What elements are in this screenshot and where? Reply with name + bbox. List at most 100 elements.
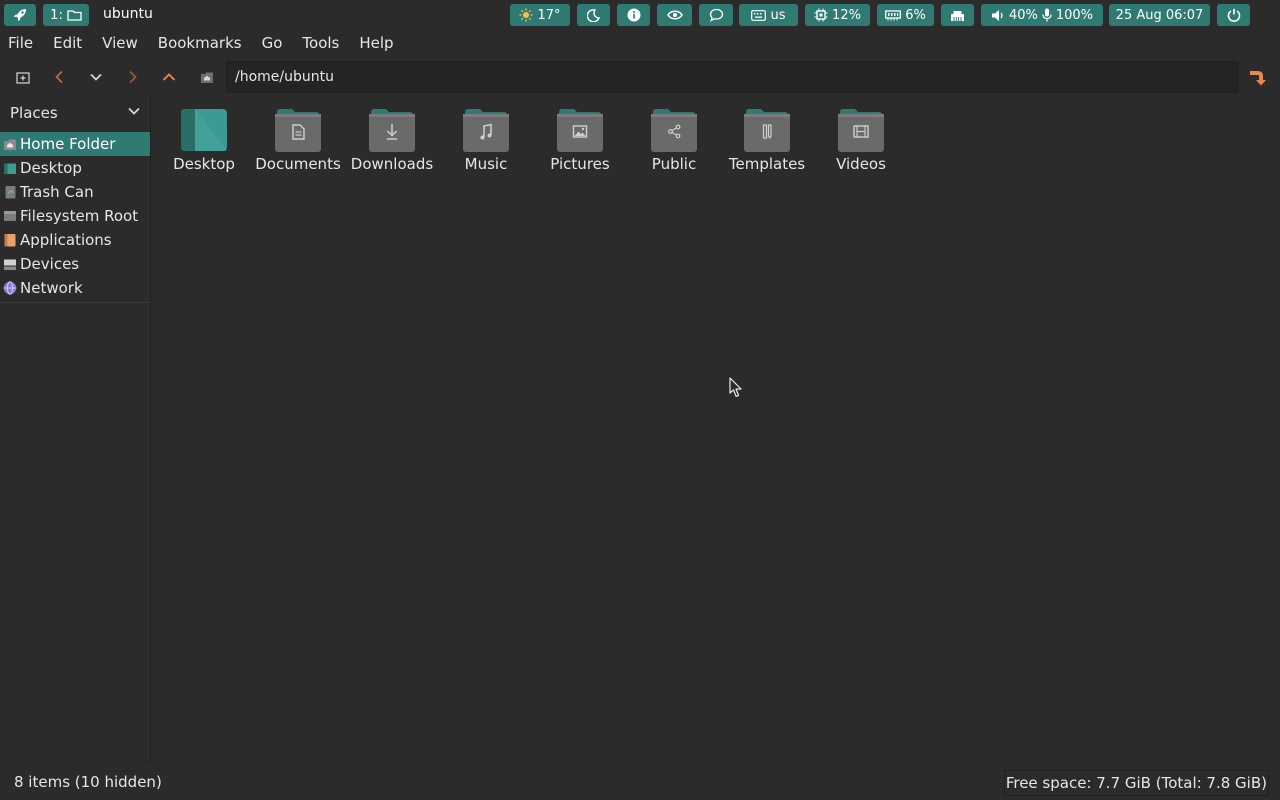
weather-widget[interactable]: 17°	[510, 4, 570, 26]
launcher-button[interactable]	[4, 4, 36, 26]
info-icon	[627, 8, 640, 22]
mouse-cursor-icon	[729, 377, 742, 398]
folder-name: Templates	[728, 155, 806, 173]
templates-folder-icon	[744, 109, 790, 152]
cpu-icon	[814, 8, 828, 22]
menu-bookmarks[interactable]: Bookmarks	[158, 34, 242, 52]
chevron-right-icon	[129, 70, 137, 84]
go-button[interactable]	[1246, 66, 1268, 88]
sidebar-item-applications[interactable]: Applications	[0, 228, 150, 252]
menu-view[interactable]: View	[102, 34, 138, 52]
chevron-left-icon	[55, 70, 63, 84]
sidebar-item-devices[interactable]: Devices	[0, 252, 150, 276]
sidebar-item-label: Trash Can	[20, 183, 94, 201]
microphone-icon	[1042, 8, 1052, 22]
home-button[interactable]	[196, 66, 218, 88]
home-folder-icon	[201, 72, 213, 83]
memory-usage-widget[interactable]: 6%	[877, 4, 934, 26]
microphone-value: 100%	[1055, 7, 1094, 23]
chat-bubble-icon	[709, 8, 723, 22]
folder-name: Documents	[255, 155, 341, 173]
chevron-up-icon	[162, 73, 176, 81]
notifications-button[interactable]	[699, 4, 733, 26]
music-folder-icon	[463, 109, 509, 152]
chevron-down-icon	[128, 107, 140, 115]
folder-item-downloads[interactable]: Downloads	[345, 106, 439, 178]
new-tab-button[interactable]	[12, 66, 34, 88]
menu-edit[interactable]: Edit	[53, 34, 82, 52]
volume-value: 40%	[1008, 7, 1038, 23]
power-icon	[1227, 8, 1240, 22]
folder-name: Desktop	[173, 155, 235, 173]
sidebar-item-filesystem-root[interactable]: Filesystem Root	[0, 204, 150, 228]
downloads-folder-icon	[369, 109, 415, 152]
desktop-icon	[3, 161, 17, 175]
top-panel: 1: ubuntu 17° us 12% 6% 40% 100% 25 Aug …	[0, 0, 1280, 30]
rocket-icon	[14, 9, 26, 21]
sidebar-item-label: Devices	[20, 255, 80, 273]
sidebar-item-label: Home Folder	[20, 135, 116, 153]
speaker-icon	[991, 9, 1003, 21]
free-space-status: Free space: 7.7 GiB (Total: 7.8 GiB)	[1003, 770, 1269, 796]
keyboard-layout-label: us	[770, 7, 786, 23]
cpu-usage-widget[interactable]: 12%	[805, 4, 870, 26]
places-header[interactable]: Places	[0, 96, 150, 130]
places-header-label: Places	[10, 104, 58, 122]
menu-go[interactable]: Go	[262, 34, 283, 52]
menubar: File Edit View Bookmarks Go Tools Help	[0, 30, 1280, 56]
folder-item-documents[interactable]: Documents	[251, 106, 345, 178]
audio-widget[interactable]: 40% 100%	[981, 4, 1103, 26]
privacy-button[interactable]	[657, 4, 692, 26]
videos-folder-icon	[838, 109, 884, 152]
sidebar-divider	[0, 302, 150, 303]
menu-file[interactable]: File	[8, 34, 33, 52]
night-mode-button[interactable]	[577, 4, 610, 26]
folder-name: Pictures	[550, 155, 610, 173]
sidebar-item-desktop[interactable]: Desktop	[0, 156, 150, 180]
folder-item-videos[interactable]: Videos	[814, 106, 908, 178]
sun-icon	[519, 8, 533, 22]
sidebar-item-network[interactable]: Network	[0, 276, 150, 300]
folder-item-music[interactable]: Music	[439, 106, 533, 178]
forward-button[interactable]	[122, 66, 144, 88]
keyboard-icon	[751, 9, 767, 21]
go-arrow-icon	[1250, 71, 1266, 86]
network-status-widget[interactable]	[941, 4, 974, 26]
home-folder-icon	[3, 137, 17, 151]
weather-temperature: 17°	[537, 7, 561, 23]
drive-icon	[3, 209, 17, 223]
keyboard-layout-indicator[interactable]: us	[739, 4, 798, 26]
item-count-status: 8 items (10 hidden)	[14, 773, 162, 791]
menu-tools[interactable]: Tools	[302, 34, 339, 52]
folder-name: Downloads	[350, 155, 434, 173]
folder-item-templates[interactable]: Templates	[720, 106, 814, 178]
up-button[interactable]	[158, 66, 180, 88]
window-title: ubuntu	[103, 6, 153, 22]
power-button[interactable]	[1217, 4, 1250, 26]
devices-icon	[3, 257, 17, 271]
menu-help[interactable]: Help	[359, 34, 393, 52]
history-dropdown-button[interactable]	[85, 66, 107, 88]
location-input[interactable]	[226, 61, 1239, 93]
clock-widget[interactable]: 25 Aug 06:07	[1109, 4, 1210, 26]
ethernet-icon	[951, 10, 964, 21]
folder-item-pictures[interactable]: Pictures	[533, 106, 627, 178]
moon-icon	[587, 8, 600, 22]
back-button[interactable]	[48, 66, 70, 88]
folder-name: Videos	[836, 155, 886, 173]
cpu-usage-value: 12%	[832, 7, 861, 23]
workspace-indicator[interactable]: 1:	[43, 4, 89, 26]
folder-name: Public	[651, 155, 697, 173]
documents-folder-icon	[275, 109, 321, 152]
memory-usage-value: 6%	[905, 7, 926, 23]
sidebar-item-label: Filesystem Root	[20, 207, 139, 225]
desktop-folder-icon	[181, 109, 227, 151]
sidebar-item-trash-can[interactable]: Trash Can	[0, 180, 150, 204]
info-button[interactable]	[617, 4, 650, 26]
sidebar-item-home-folder[interactable]: Home Folder	[0, 132, 150, 156]
eye-icon	[666, 10, 683, 20]
clock-datetime: 25 Aug 06:07	[1115, 7, 1204, 23]
folder-item-desktop[interactable]: Desktop	[157, 106, 251, 178]
file-view[interactable]: Desktop Documents Downloads Music Pictur…	[152, 96, 1280, 762]
folder-item-public[interactable]: Public	[627, 106, 721, 178]
